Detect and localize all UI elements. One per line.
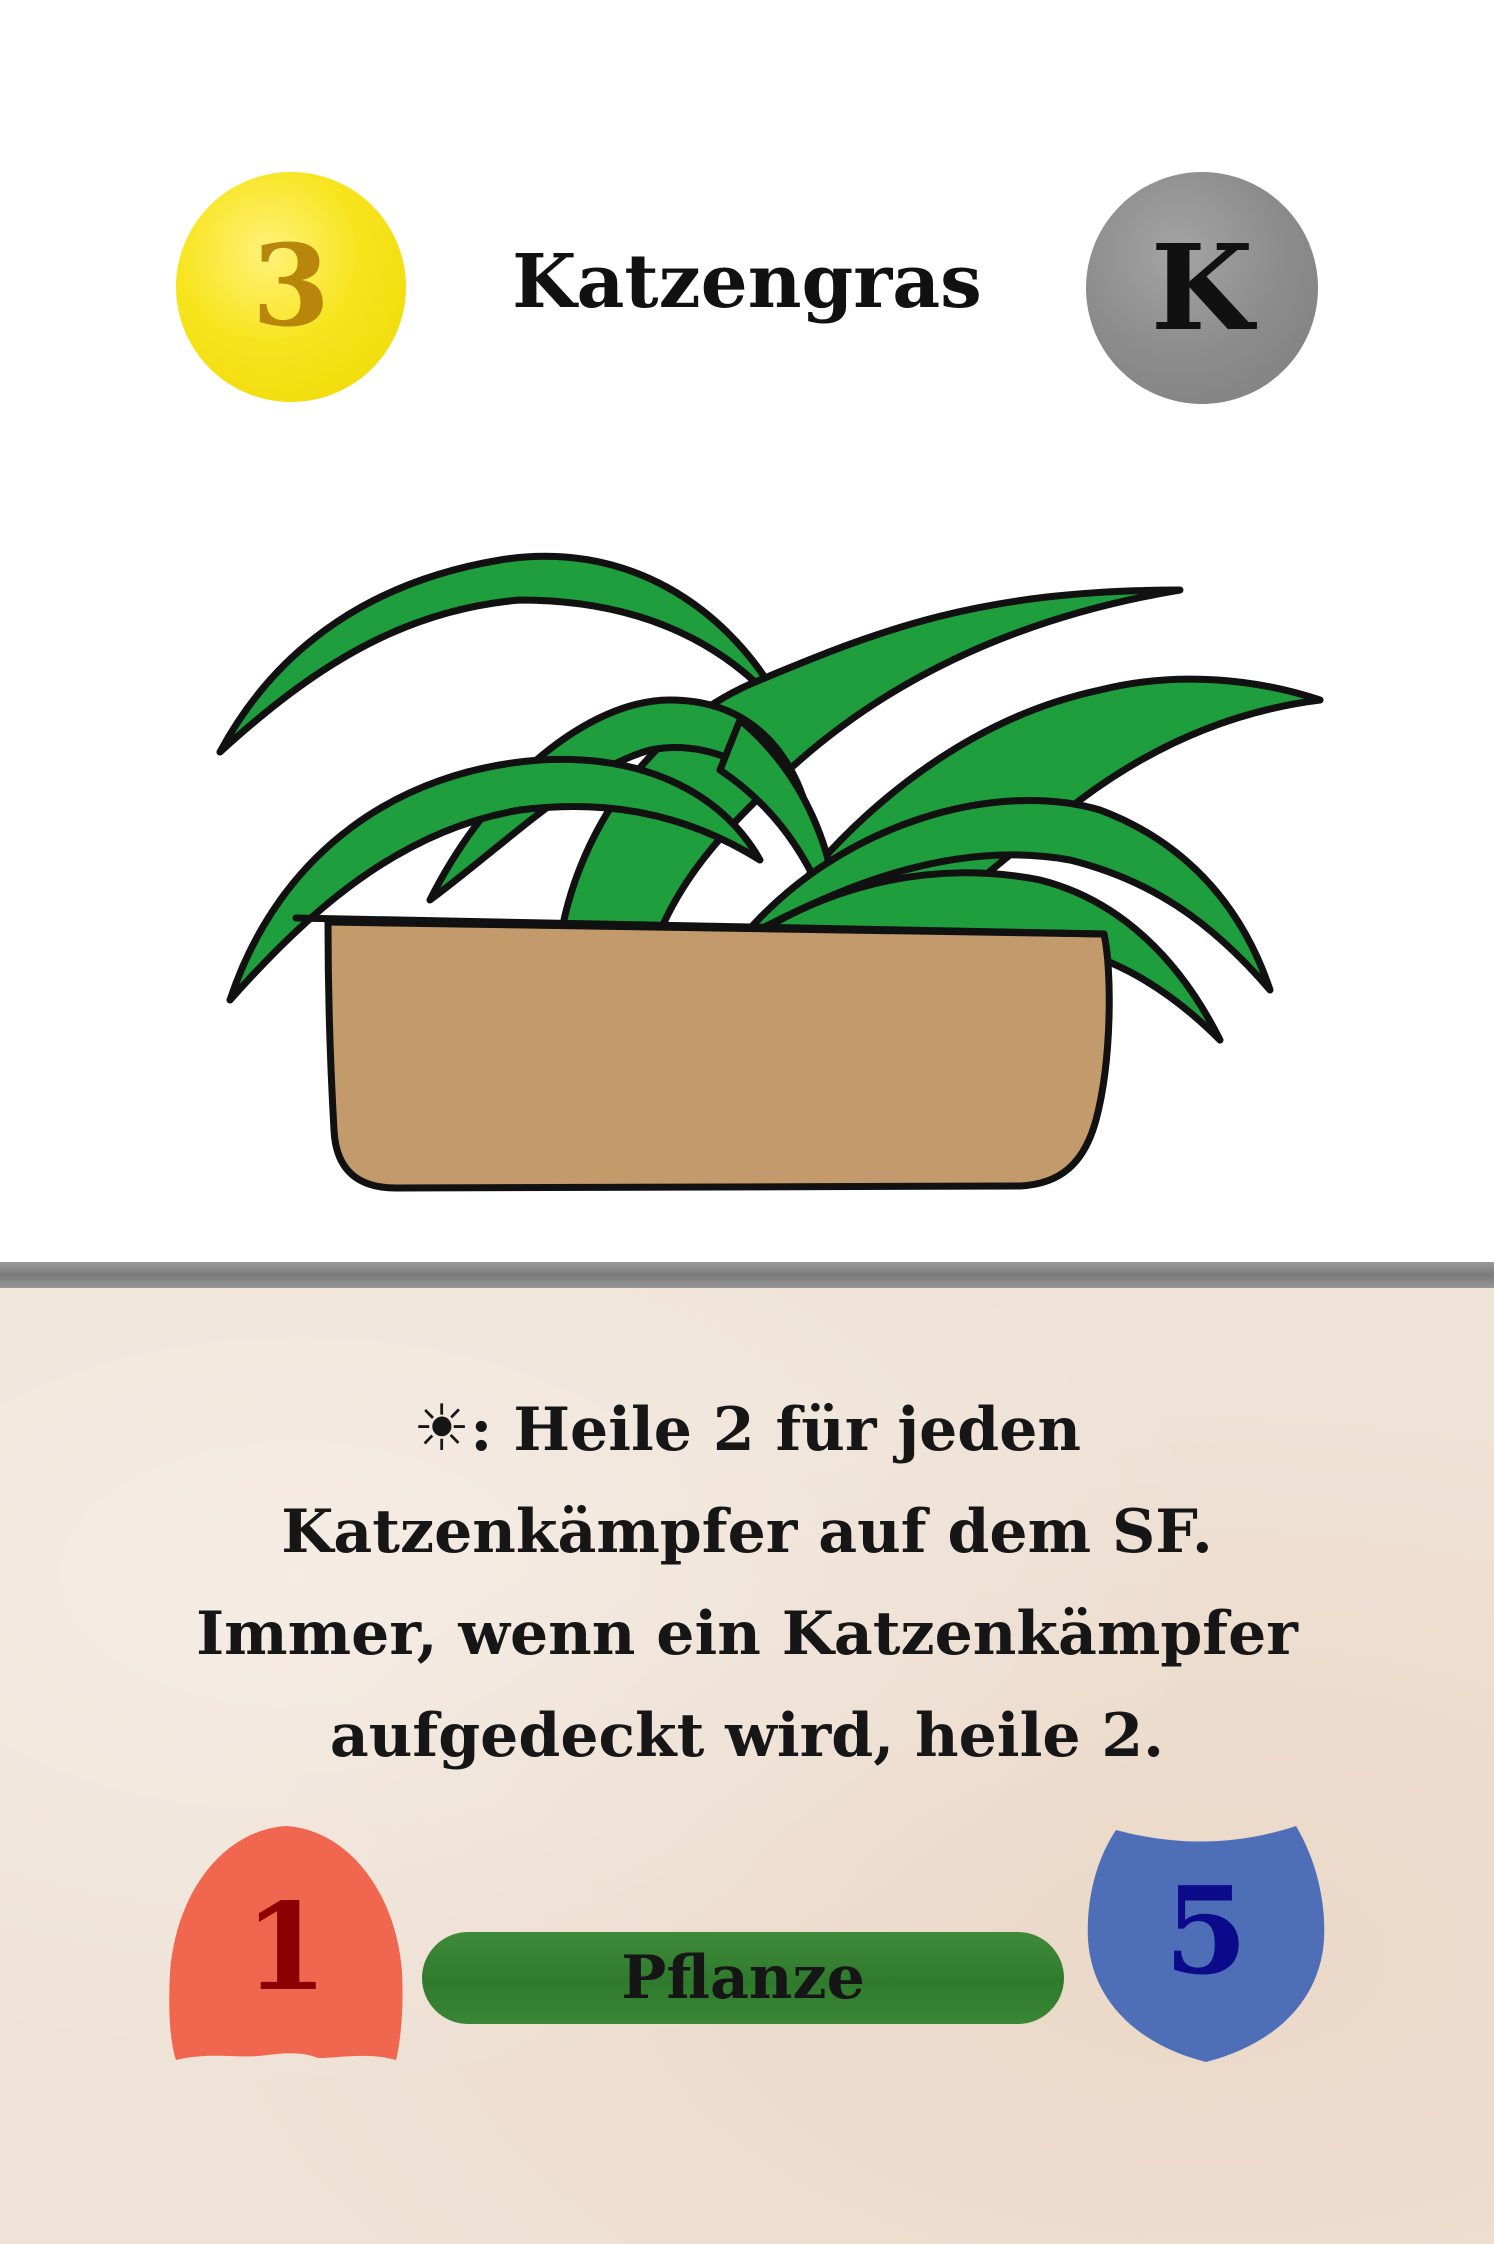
attack-value: 1 [244, 1877, 328, 2018]
ability-text: ☀: Heile 2 für jeden Katzenkämpfer auf d… [160, 1378, 1334, 1787]
type-banner: Pflanze [422, 1932, 1064, 2024]
game-card: 3 Katzengras K ☀: Heile 2 für jeden Katz… [0, 0, 1494, 2244]
pot [324, 918, 1113, 1192]
ability-line-3: Immer, wenn ein Katzenkämpfer [196, 1599, 1298, 1669]
defense-value: 5 [1164, 1861, 1248, 2002]
sun-icon: ☀ [412, 1391, 471, 1466]
cat-grass-plant-illustration [216, 552, 1324, 1192]
rarity-value: K [1150, 218, 1254, 357]
cost-value: 3 [252, 221, 330, 352]
section-divider [0, 1262, 1494, 1288]
ability-line-4: aufgedeckt wird, heile 2. [329, 1701, 1165, 1771]
ability-line-2: Katzenkämpfer auf dem SF. [281, 1497, 1213, 1567]
rarity-coin: K [1086, 172, 1318, 404]
cost-coin: 3 [176, 172, 406, 402]
card-title: Katzengras [512, 239, 982, 325]
type-label: Pflanze [621, 1943, 865, 2013]
ability-line-1: ☀: Heile 2 für jeden [160, 1378, 1334, 1481]
